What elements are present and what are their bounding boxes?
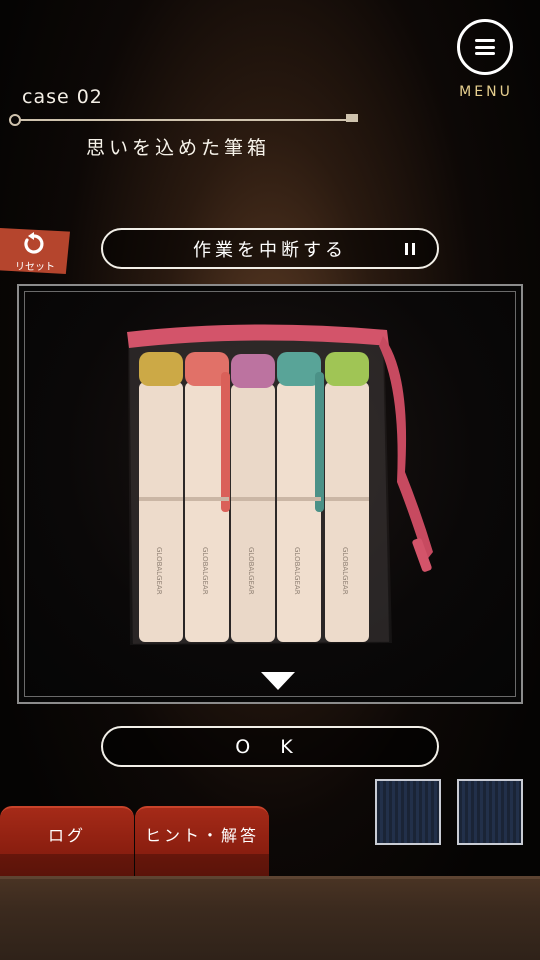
suspend-label: 作業を中断する (193, 239, 347, 261)
suspend-work-button[interactable]: 作業を中断する (101, 228, 439, 269)
ok-label: O K (235, 735, 305, 758)
floor-edge (0, 876, 540, 879)
floor-background (0, 876, 540, 960)
case-divider (9, 114, 358, 126)
tab-shade (135, 854, 269, 876)
case-number: case 02 (22, 86, 103, 108)
pencil-case-image[interactable]: GLOBALGEAR GLOBALGEAR GLOBALGEAR GLOBALG… (121, 312, 451, 647)
reset-icon (24, 232, 44, 254)
hint-tab-label: ヒント・解答 (144, 826, 259, 845)
inventory-slot-1[interactable] (375, 779, 441, 845)
item-viewer: GLOBALGEAR GLOBALGEAR GLOBALGEAR GLOBALG… (17, 284, 523, 704)
hint-answer-tab[interactable]: ヒント・解答 (135, 806, 269, 876)
next-view-arrow[interactable] (261, 672, 295, 690)
pause-icon (405, 243, 415, 255)
reset-label: リセット (15, 262, 55, 273)
case-title: 思いを込めた筆箱 (86, 137, 271, 159)
reset-button[interactable]: リセット (0, 228, 70, 274)
item-viewer-frame: GLOBALGEAR GLOBALGEAR GLOBALGEAR GLOBALG… (24, 291, 516, 697)
inventory-slot-2[interactable] (457, 779, 523, 845)
ok-button[interactable]: O K (101, 726, 439, 767)
log-tab-label: ログ (47, 826, 86, 845)
hamburger-icon (475, 39, 495, 55)
menu-button[interactable] (457, 19, 513, 75)
tab-shade (0, 854, 134, 876)
menu-label: MENU (459, 84, 513, 100)
log-tab[interactable]: ログ (0, 806, 134, 876)
